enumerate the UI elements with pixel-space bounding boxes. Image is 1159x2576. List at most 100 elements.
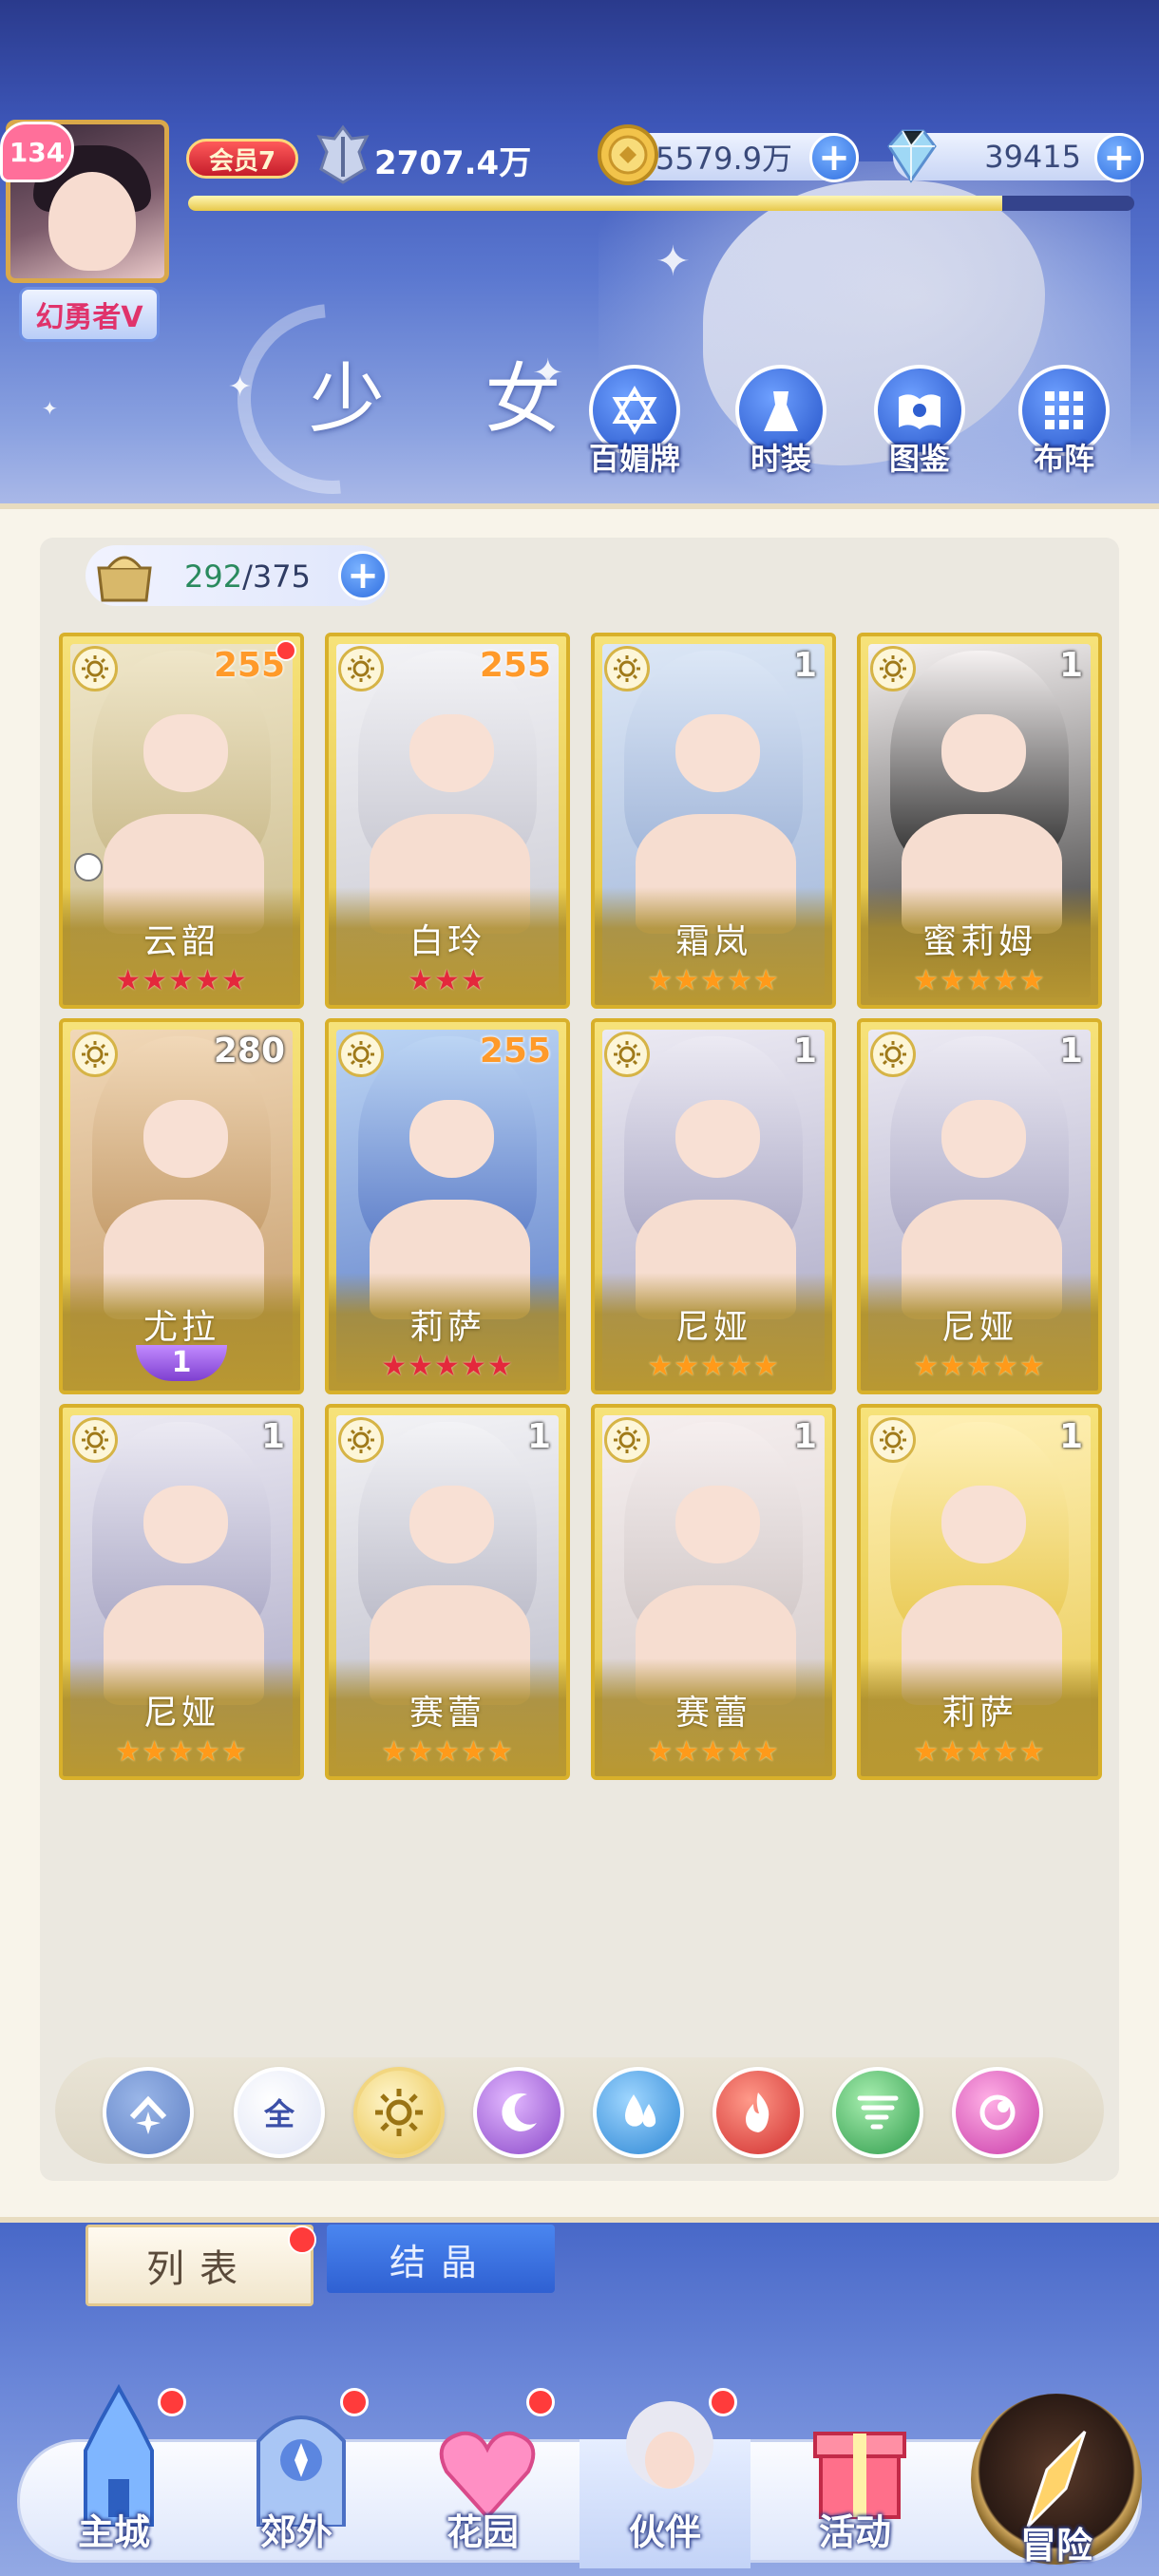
character-level: 1 (792, 1032, 817, 1070)
character-card[interactable]: 1 蜜莉姆 ★★★★★ (857, 633, 1102, 1009)
tab-list-label: 列表 (146, 2247, 253, 2291)
star-icon: ★ (674, 1735, 701, 1769)
star-rating: ★★★★★ (595, 1353, 832, 1381)
character-card[interactable]: 1 赛蕾 ★★★★★ (591, 1404, 836, 1780)
character-level: 1 (792, 646, 817, 685)
character-level: 1 (1058, 646, 1083, 685)
formation-button[interactable]: 布阵 (1007, 365, 1121, 479)
character-card[interactable]: 1 尼娅 ★★★★★ (857, 1018, 1102, 1394)
hexagram-icon (612, 386, 657, 435)
filter-fire-button[interactable] (712, 2067, 804, 2158)
character-card[interactable]: 1 莉萨 ★★★★★ (857, 1404, 1102, 1780)
tab-list[interactable]: 列表 (86, 2225, 316, 2306)
light-element-icon (604, 1417, 650, 1463)
star-icon: ★ (194, 1735, 221, 1769)
filter-dark-button[interactable] (473, 2067, 564, 2158)
star-icon: ★ (726, 1350, 753, 1383)
star-icon: ★ (913, 1350, 940, 1383)
filter-light-button[interactable] (353, 2067, 445, 2158)
star-icon: ★ (1018, 1735, 1046, 1769)
nav-main-city[interactable]: 主城 (28, 2384, 200, 2565)
nav-adventure-label: 冒险 (1019, 2525, 1092, 2567)
character-level: 255 (479, 646, 551, 685)
character-card[interactable]: 1 尼娅 ★★★★★ (591, 1018, 836, 1394)
character-card[interactable]: 255 云韶 ★★★★★ (59, 633, 304, 1009)
filter-water-button[interactable] (593, 2067, 684, 2158)
character-card[interactable]: 1 赛蕾 ★★★★★ (325, 1404, 570, 1780)
codex-button[interactable]: 图鉴 (863, 365, 977, 479)
character-level: 1 (260, 1417, 285, 1456)
tab-crystal[interactable]: 结晶 (327, 2225, 555, 2293)
star-icon: ★ (700, 1735, 727, 1769)
star-icon: ★ (1018, 1350, 1046, 1383)
light-element-icon (870, 646, 916, 691)
nav-events[interactable]: 活动 (770, 2384, 940, 2565)
add-gems-button[interactable]: + (1094, 133, 1144, 182)
star-icon: ★ (726, 1735, 753, 1769)
experience-bar (188, 196, 1134, 211)
book-icon (899, 394, 940, 429)
codex-label: 图鉴 (888, 441, 950, 477)
nav-adventure[interactable]: 冒险 (971, 2394, 1142, 2567)
star-rating: ★★★★★ (861, 1353, 1098, 1381)
light-element-icon (870, 1417, 916, 1463)
notification-dot (276, 640, 296, 661)
star-icon: ★ (966, 1735, 993, 1769)
experience-bar-fill (188, 196, 1002, 211)
star-icon: ★ (966, 964, 993, 997)
character-name: 赛蕾 (408, 1694, 485, 1733)
character-card[interactable]: 255 莉萨 ★★★★★ (325, 1018, 570, 1394)
star-icon: ★ (647, 1735, 674, 1769)
character-card[interactable]: 280 尤拉 1 (59, 1018, 304, 1394)
character-card[interactable]: 1 霜岚 ★★★★★ (591, 633, 836, 1009)
add-gold-button[interactable]: + (809, 133, 859, 182)
star-icon: ★ (168, 1735, 195, 1769)
chevron-up-icon (129, 2095, 167, 2134)
sun-icon (375, 2089, 423, 2136)
star-rating: ★★★★★ (329, 1353, 566, 1381)
star-rating: ★★★★★ (595, 1738, 832, 1767)
filter-arcane-button[interactable] (952, 2067, 1043, 2158)
filter-all-button[interactable]: 全 (234, 2067, 325, 2158)
star-icon: ★ (647, 964, 674, 997)
character-card[interactable]: 255 白玲 ★★★ (325, 633, 570, 1009)
notification-dot (709, 2388, 737, 2416)
player-title-badge[interactable]: 幻勇者V (19, 287, 160, 342)
fashion-button[interactable]: 时装 (724, 365, 838, 479)
vip-badge[interactable]: 会员7 (186, 139, 298, 179)
fashion-label: 时装 (750, 441, 811, 477)
nav-outskirts-label: 郊外 (259, 2511, 332, 2553)
character-name: 云韶 (142, 922, 219, 961)
character-level: 255 (213, 646, 285, 685)
star-rating: ★★★ (329, 967, 566, 995)
star-icon: ★ (966, 1350, 993, 1383)
flame-icon (746, 2093, 770, 2132)
filter-sort-button[interactable] (103, 2067, 194, 2158)
star-icon: ★ (381, 1735, 408, 1769)
star-icon: ★ (674, 1350, 701, 1383)
nav-events-label: 活动 (818, 2511, 891, 2553)
charm-cards-button[interactable]: 百媚牌 (578, 365, 692, 479)
combat-power-value: 2707.4万 (374, 144, 532, 182)
star-icon: ★ (940, 964, 967, 997)
filter-wind-button[interactable] (832, 2067, 923, 2158)
expand-capacity-button[interactable]: + (338, 551, 388, 600)
nav-outskirts[interactable]: 郊外 (211, 2384, 382, 2565)
star-icon: ★ (460, 1350, 487, 1383)
star-icon: ★ (460, 1735, 487, 1769)
nav-partners[interactable]: 伙伴 (580, 2384, 750, 2568)
character-name: 蜜莉姆 (922, 922, 1036, 961)
capacity-max: 375 (252, 559, 311, 595)
character-card[interactable]: 1 尼娅 ★★★★★ (59, 1404, 304, 1780)
star-icon: ★ (408, 1735, 435, 1769)
chess-piece-icon (74, 853, 103, 881)
roster-capacity-text: 292/375 (184, 559, 311, 595)
charm-cards-label: 百媚牌 (588, 441, 680, 477)
light-element-icon (72, 646, 118, 691)
light-element-icon (72, 1417, 118, 1463)
nav-main-city-label: 主城 (77, 2511, 150, 2553)
nav-garden[interactable]: 花园 (397, 2384, 568, 2565)
notification-dot (158, 2388, 186, 2416)
light-element-icon (72, 1032, 118, 1077)
star-icon: ★ (434, 964, 461, 997)
